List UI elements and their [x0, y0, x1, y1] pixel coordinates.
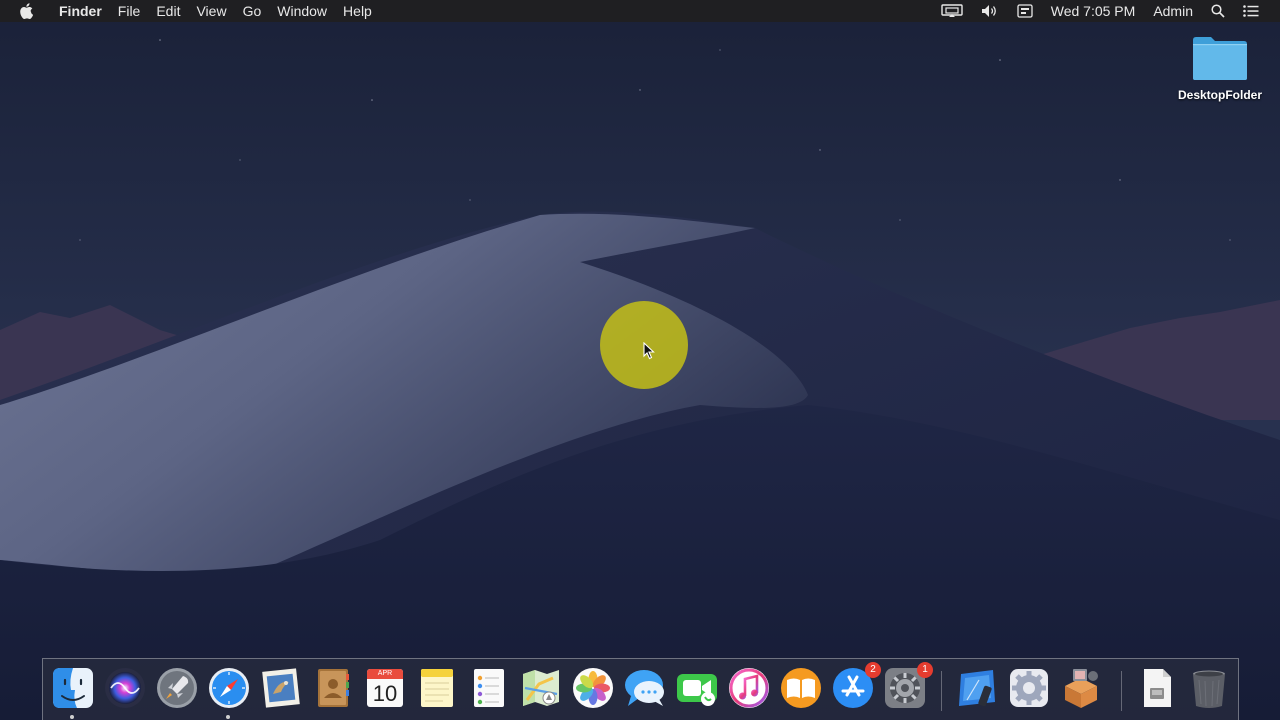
menu-file[interactable]: File — [110, 0, 149, 22]
finder-running-indicator — [70, 715, 74, 719]
dock-mail[interactable] — [259, 666, 303, 710]
books-icon — [781, 668, 821, 708]
siri-icon — [105, 668, 145, 708]
dock-safari[interactable] — [207, 666, 251, 710]
dock-separator-2 — [1121, 671, 1122, 711]
dock-siri[interactable] — [103, 666, 147, 710]
messages-icon — [625, 670, 664, 706]
gear-icon — [1010, 669, 1048, 707]
dock-contacts[interactable] — [311, 666, 355, 710]
document-icon — [1144, 669, 1171, 707]
menu-edit[interactable]: Edit — [148, 0, 188, 22]
dock-app-store[interactable]: 2 — [831, 662, 881, 710]
app-store-badge: 2 — [865, 662, 881, 678]
facetime-icon — [677, 674, 717, 706]
xcode-icon — [959, 670, 995, 707]
dock-photos[interactable] — [571, 666, 615, 710]
spotlight-search-icon[interactable] — [1202, 4, 1234, 18]
menu-clock[interactable]: Wed 7:05 PM — [1042, 0, 1145, 22]
mouse-pointer-icon — [643, 342, 655, 360]
reminders-icon — [474, 669, 504, 707]
dock-network-utility[interactable] — [1007, 666, 1051, 710]
dock-books[interactable] — [779, 666, 823, 710]
contacts-icon — [318, 669, 349, 707]
installer-icon — [1065, 669, 1098, 708]
system-preferences-badge: 1 — [917, 662, 933, 678]
safari-running-indicator — [226, 715, 230, 719]
display-mirroring-icon[interactable] — [932, 4, 972, 18]
dock-calendar[interactable]: APR 10 — [363, 666, 407, 710]
menu-go[interactable]: Go — [235, 0, 270, 22]
apple-menu-icon[interactable] — [17, 0, 35, 22]
dock-itunes[interactable] — [727, 666, 771, 710]
trash-icon — [1193, 670, 1225, 708]
desktop-folder-label: DesktopFolder — [1177, 88, 1262, 102]
maps-icon — [523, 670, 559, 706]
launchpad-icon — [157, 668, 197, 708]
dock-launchpad[interactable] — [155, 666, 199, 710]
calendar-month-text: APR — [377, 670, 393, 677]
photos-icon — [573, 668, 613, 708]
folder-icon — [1193, 37, 1247, 80]
dock-document[interactable] — [1135, 666, 1179, 710]
volume-icon[interactable] — [972, 4, 1008, 18]
dock-trash[interactable] — [1187, 666, 1231, 710]
notes-icon — [421, 669, 453, 707]
notification-center-icon[interactable] — [1234, 5, 1268, 17]
dock-notes[interactable] — [415, 666, 459, 710]
dock-messages[interactable] — [623, 666, 667, 710]
desktop-folder[interactable]: DesktopFolder — [1170, 34, 1270, 102]
menu-user[interactable]: Admin — [1144, 0, 1202, 22]
dock-installer[interactable] — [1059, 666, 1103, 710]
dock-maps[interactable] — [519, 666, 563, 710]
mail-icon — [262, 668, 300, 708]
dock-reminders[interactable] — [467, 666, 511, 710]
safari-icon — [209, 668, 249, 708]
menu-help[interactable]: Help — [335, 0, 380, 22]
dock-finder[interactable] — [51, 666, 95, 710]
menu-window[interactable]: Window — [269, 0, 335, 22]
menu-bar: Finder File Edit View Go Window Help Wed… — [0, 0, 1280, 22]
dock: APR 10 2 1 — [42, 658, 1239, 720]
itunes-icon — [729, 668, 769, 708]
dock-xcode[interactable] — [955, 666, 999, 710]
dock-facetime[interactable] — [675, 666, 719, 710]
menu-view[interactable]: View — [188, 0, 234, 22]
dock-separator — [941, 671, 942, 711]
menu-app-finder[interactable]: Finder — [51, 0, 110, 22]
finder-icon — [53, 668, 93, 708]
calendar-day-text: 10 — [372, 681, 398, 706]
dock-system-preferences[interactable]: 1 — [883, 662, 933, 710]
input-menu-icon[interactable] — [1008, 4, 1042, 18]
